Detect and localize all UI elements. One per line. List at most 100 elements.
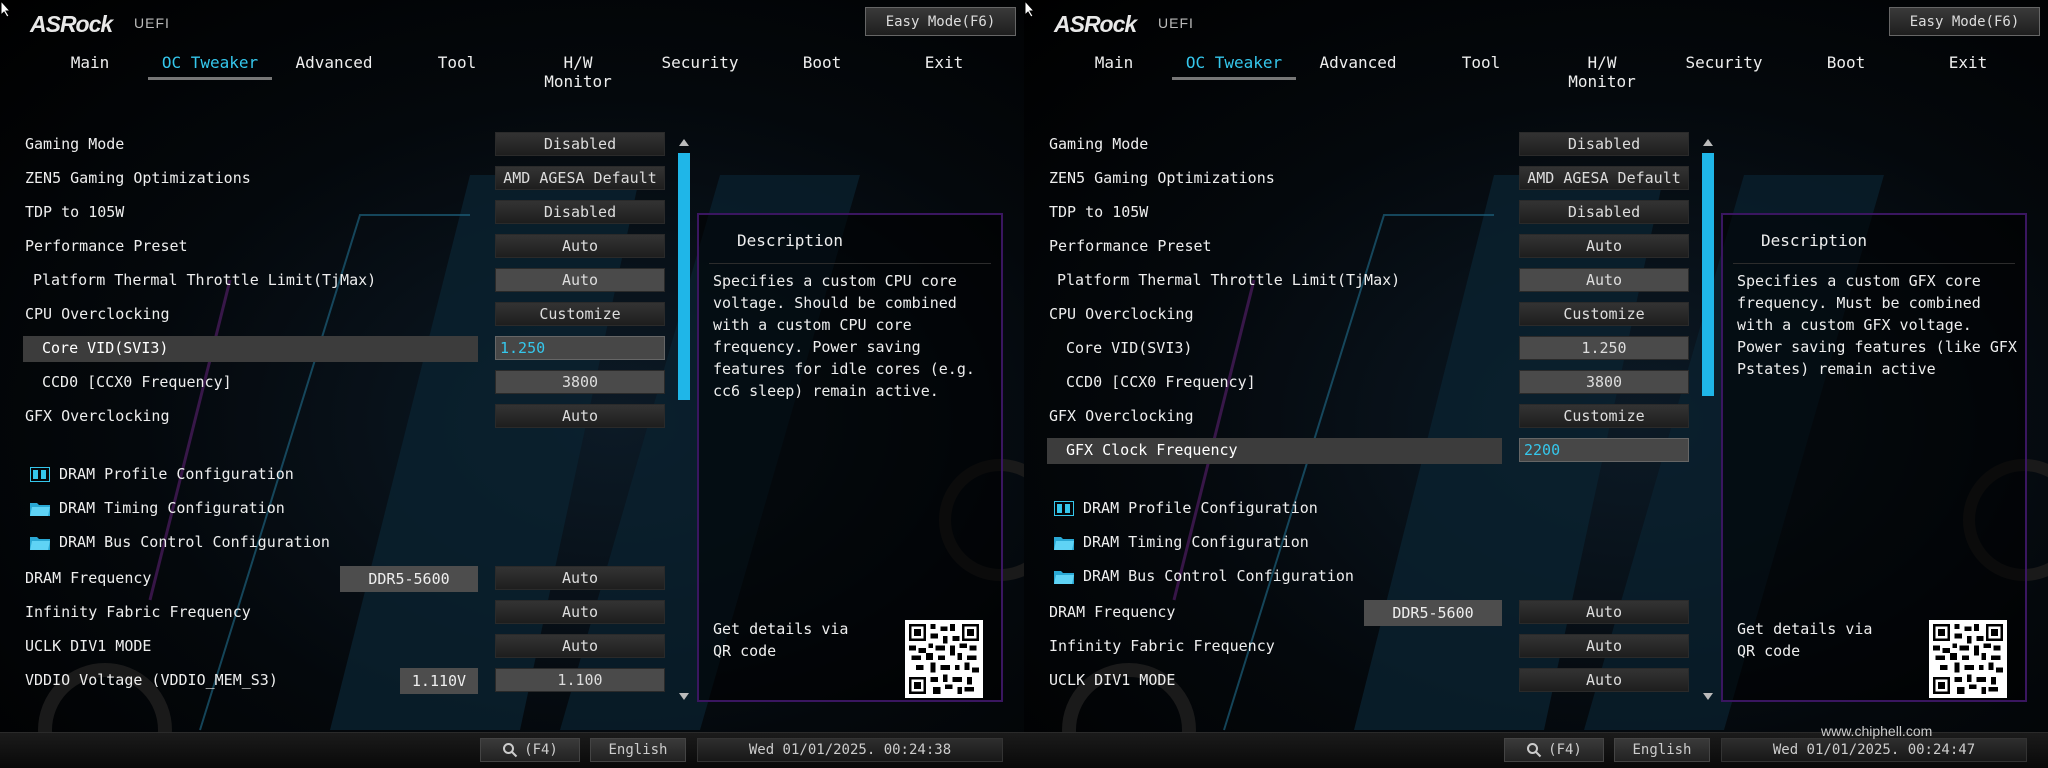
setting-value[interactable]: Disabled [1519, 200, 1689, 224]
menu-label: DRAM Timing Configuration [59, 499, 285, 517]
setting-row-dram-frequency[interactable]: DRAM Frequency DDR5-5600 Auto [25, 564, 665, 592]
setting-row-thermal-throttle[interactable]: Platform Thermal Throttle Limit(TjMax) A… [1049, 266, 1689, 294]
main-tabs: Main OC Tweaker Advanced Tool H/W Monito… [1024, 53, 2048, 91]
setting-value[interactable]: AMD AGESA Default [495, 166, 665, 190]
scroll-down-icon[interactable] [1703, 693, 1713, 700]
description-text: Specifies a custom GFX core frequency. M… [1737, 272, 2026, 378]
language-button[interactable]: English [590, 738, 686, 762]
setting-row-ccd0-frequency[interactable]: CCD0 [CCX0 Frequency] 3800 [25, 368, 665, 396]
setting-row-infinity-fabric[interactable]: Infinity Fabric Frequency Auto [1049, 632, 1689, 660]
scroll-thumb[interactable] [678, 153, 690, 400]
gfx-clock-input[interactable]: 2200 [1519, 438, 1689, 462]
setting-value[interactable]: 3800 [1519, 370, 1689, 394]
setting-row-tdp[interactable]: TDP to 105W Disabled [1049, 198, 1689, 226]
setting-label: CCD0 [CCX0 Frequency] [1066, 373, 1256, 391]
setting-value[interactable]: Auto [495, 404, 665, 428]
setting-label: CPU Overclocking [1049, 305, 1194, 323]
tab-advanced[interactable]: Advanced [284, 53, 384, 72]
tab-exit[interactable]: Exit [1918, 53, 2018, 72]
setting-value[interactable]: AMD AGESA Default [1519, 166, 1689, 190]
easy-mode-button[interactable]: Easy Mode(F6) [865, 7, 1016, 36]
tab-tool[interactable]: Tool [1431, 53, 1531, 72]
tab-main[interactable]: Main [1064, 53, 1164, 72]
setting-row-infinity-fabric[interactable]: Infinity Fabric Frequency Auto [25, 598, 665, 626]
tab-boot[interactable]: Boot [772, 53, 872, 72]
setting-row-cpu-overclocking[interactable]: CPU Overclocking Customize [1049, 300, 1689, 328]
setting-value[interactable]: Auto [1519, 600, 1689, 624]
tab-boot[interactable]: Boot [1796, 53, 1896, 72]
scroll-up-icon[interactable] [1703, 139, 1713, 146]
setting-row-zen5-gaming[interactable]: ZEN5 Gaming Optimizations AMD AGESA Defa… [25, 164, 665, 192]
search-button[interactable]: (F4) [1504, 738, 1604, 762]
tab-security[interactable]: Security [650, 53, 750, 72]
setting-value[interactable]: Auto [495, 566, 665, 590]
setting-value[interactable]: Customize [495, 302, 665, 326]
core-vid-input[interactable]: 1.250 [495, 336, 665, 360]
setting-row-ccd0-frequency[interactable]: CCD0 [CCX0 Frequency] 3800 [1049, 368, 1689, 396]
setting-value[interactable]: Disabled [495, 132, 665, 156]
tab-security[interactable]: Security [1674, 53, 1774, 72]
setting-value[interactable]: 1.250 [1519, 336, 1689, 360]
setting-row-thermal-throttle[interactable]: Platform Thermal Throttle Limit(TjMax) A… [25, 266, 665, 294]
setting-value[interactable]: Auto [495, 234, 665, 258]
setting-label: Platform Thermal Throttle Limit(TjMax) [1057, 271, 1401, 289]
menu-item-dram-profile[interactable]: DRAM Profile Configuration [25, 460, 665, 488]
setting-row-performance-preset[interactable]: Performance Preset Auto [25, 232, 665, 260]
setting-value[interactable]: Auto [1519, 268, 1689, 292]
language-button[interactable]: English [1614, 738, 1710, 762]
scroll-down-icon[interactable] [679, 693, 689, 700]
setting-value[interactable]: Auto [495, 634, 665, 658]
scroll-thumb[interactable] [1702, 153, 1714, 396]
tab-hw-monitor[interactable]: H/W Monitor [1552, 53, 1652, 91]
setting-value[interactable]: Auto [1519, 234, 1689, 258]
tab-tool[interactable]: Tool [407, 53, 507, 72]
tab-main[interactable]: Main [40, 53, 140, 72]
setting-row-uclk-div1[interactable]: UCLK DIV1 MODE Auto [1049, 666, 1689, 694]
setting-label: ZEN5 Gaming Optimizations [25, 169, 251, 187]
setting-row-zen5-gaming[interactable]: ZEN5 Gaming Optimizations AMD AGESA Defa… [1049, 164, 1689, 192]
scrollbar[interactable] [676, 137, 692, 702]
menu-item-dram-profile[interactable]: DRAM Profile Configuration [1049, 494, 1689, 522]
setting-value[interactable]: Customize [1519, 302, 1689, 326]
setting-row-cpu-overclocking[interactable]: CPU Overclocking Customize [25, 300, 665, 328]
menu-label: DRAM Profile Configuration [1083, 499, 1318, 517]
search-icon [503, 743, 518, 758]
setting-row-core-vid[interactable]: Core VID(SVI3) 1.250 [23, 334, 665, 362]
setting-row-gaming-mode[interactable]: Gaming Mode Disabled [25, 130, 665, 158]
menu-label: DRAM Profile Configuration [59, 465, 294, 483]
setting-row-gfx-overclocking[interactable]: GFX Overclocking Auto [25, 402, 665, 430]
setting-value[interactable]: Auto [1519, 634, 1689, 658]
search-button[interactable]: (F4) [480, 738, 580, 762]
menu-item-dram-bus[interactable]: DRAM Bus Control Configuration [25, 528, 665, 556]
menu-item-dram-timing[interactable]: DRAM Timing Configuration [1049, 528, 1689, 556]
tab-exit[interactable]: Exit [894, 53, 994, 72]
setting-value[interactable]: Auto [495, 268, 665, 292]
setting-row-uclk-div1[interactable]: UCLK DIV1 MODE Auto [25, 632, 665, 660]
menu-item-dram-timing[interactable]: DRAM Timing Configuration [25, 494, 665, 522]
setting-value[interactable]: 1.100 [495, 668, 665, 692]
easy-mode-button[interactable]: Easy Mode(F6) [1889, 7, 2040, 36]
tab-hw-monitor[interactable]: H/W Monitor [528, 53, 628, 91]
tab-advanced[interactable]: Advanced [1308, 53, 1408, 72]
setting-value[interactable]: Customize [1519, 404, 1689, 428]
setting-value[interactable]: Auto [495, 600, 665, 624]
setting-row-core-vid[interactable]: Core VID(SVI3) 1.250 [1049, 334, 1689, 362]
setting-row-tdp[interactable]: TDP to 105W Disabled [25, 198, 665, 226]
menu-item-dram-bus[interactable]: DRAM Bus Control Configuration [1049, 562, 1689, 590]
setting-row-dram-frequency[interactable]: DRAM Frequency DDR5-5600 Auto [1049, 598, 1689, 626]
setting-value[interactable]: Auto [1519, 668, 1689, 692]
scrollbar[interactable] [1700, 137, 1716, 702]
tab-oc-tweaker[interactable]: OC Tweaker [148, 53, 272, 80]
tab-oc-tweaker[interactable]: OC Tweaker [1172, 53, 1296, 80]
setting-value[interactable]: 3800 [495, 370, 665, 394]
setting-value[interactable]: Disabled [495, 200, 665, 224]
setting-row-gaming-mode[interactable]: Gaming Mode Disabled [1049, 130, 1689, 158]
setting-value[interactable]: Disabled [1519, 132, 1689, 156]
setting-row-performance-preset[interactable]: Performance Preset Auto [1049, 232, 1689, 260]
setting-row-vddio-voltage[interactable]: VDDIO Voltage (VDDIO_MEM_S3) 1.110V 1.10… [25, 666, 665, 694]
main-tabs: Main OC Tweaker Advanced Tool H/W Monito… [0, 53, 1024, 91]
setting-row-gfx-overclocking[interactable]: GFX Overclocking Customize [1049, 402, 1689, 430]
setting-row-gfx-clock-frequency[interactable]: GFX Clock Frequency 2200 [1047, 436, 1689, 464]
scroll-up-icon[interactable] [679, 139, 689, 146]
description-text: Specifies a custom CPU core voltage. Sho… [713, 272, 984, 400]
